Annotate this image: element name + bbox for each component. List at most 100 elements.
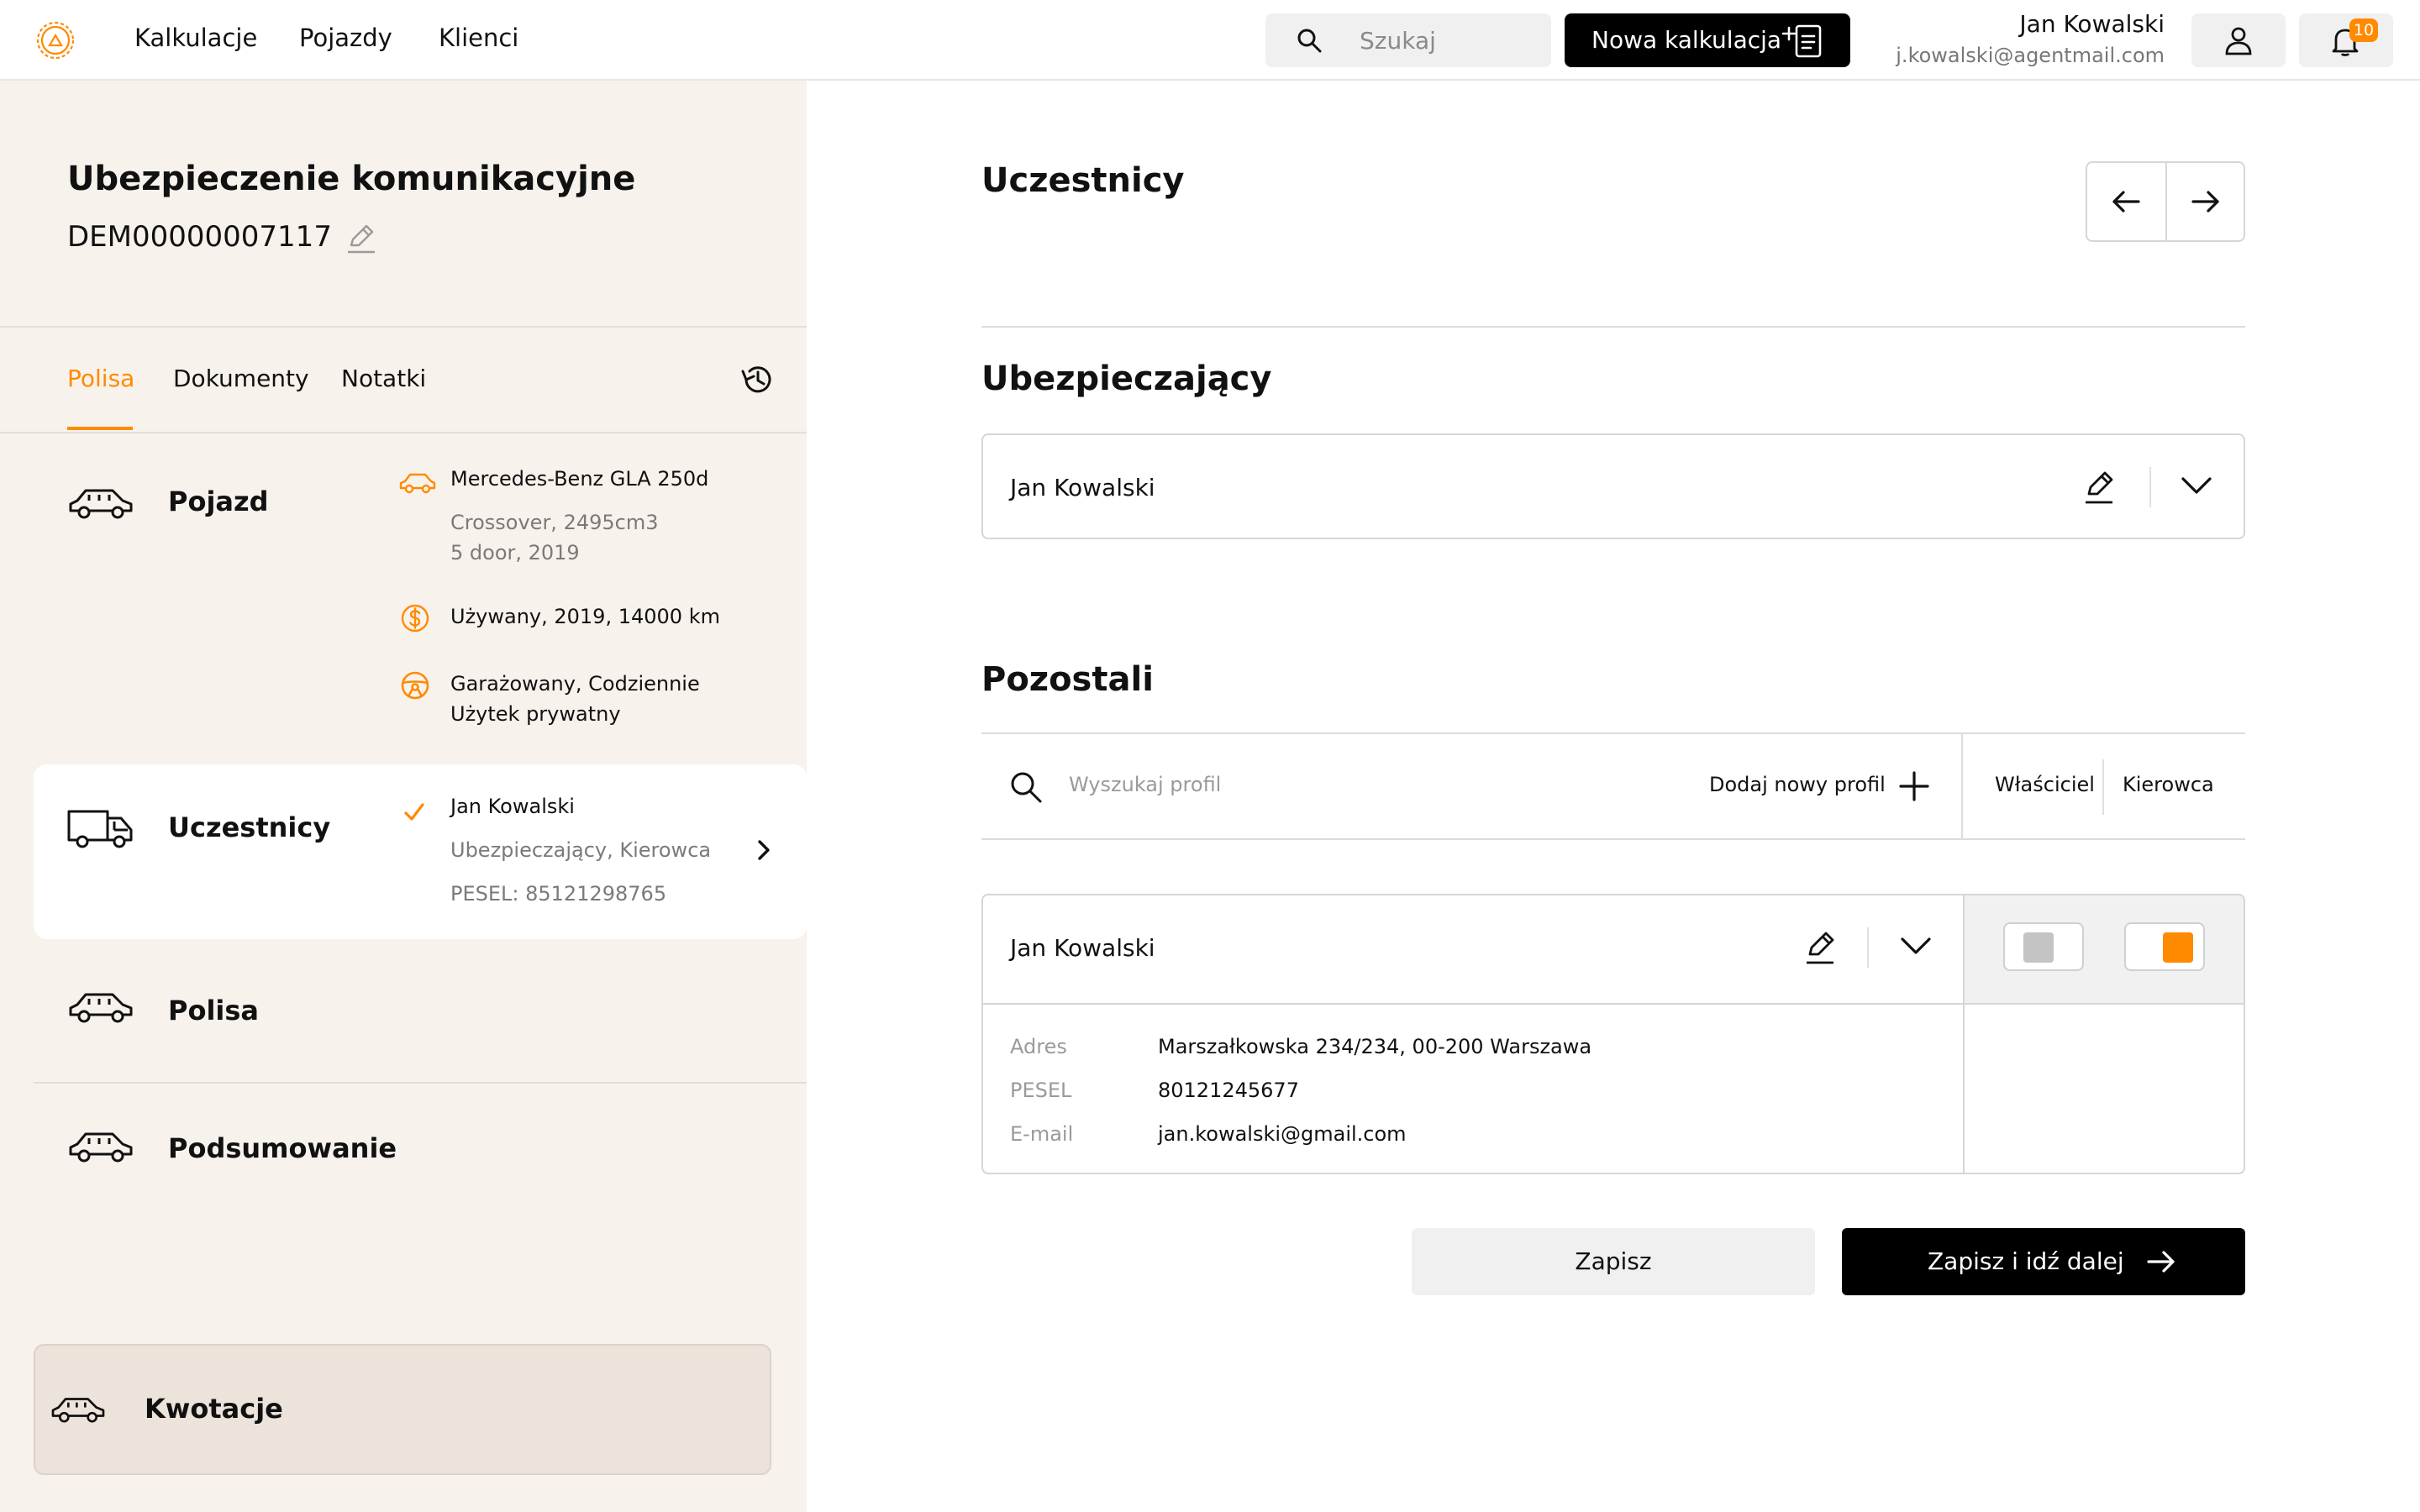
vehicle-purpose: Użytek prywatny: [450, 702, 621, 726]
owner-toggle-indicator: [2023, 932, 2054, 963]
vehicle-doors: 5 door, 2019: [450, 541, 580, 564]
notification-badge: 10: [2349, 18, 2378, 42]
add-document-icon: [1781, 24, 1825, 59]
quotes-card[interactable]: Kwotacje: [34, 1344, 771, 1475]
vehicle-parking: Garażowany, Codziennie: [450, 672, 700, 696]
save-button-label: Zapisz: [1575, 1247, 1652, 1275]
participant-roles: Ubezpieczający, Kierowca: [450, 838, 712, 862]
divider: [2102, 759, 2104, 815]
car-icon: [66, 1127, 136, 1166]
insured-name: Jan Kowalski: [1010, 474, 1155, 501]
user-name: Jan Kowalski: [2019, 10, 2165, 38]
participant-pesel: PESEL: 85121298765: [450, 882, 667, 906]
pesel-value: 80121245677: [1158, 1079, 1299, 1102]
profile-button[interactable]: [2191, 13, 2286, 67]
notifications-button[interactable]: 10: [2299, 13, 2393, 67]
vehicle-usage: Używany, 2019, 14000 km: [450, 605, 720, 628]
divider: [0, 432, 807, 433]
history-icon[interactable]: [739, 361, 776, 398]
insured-person-row[interactable]: Jan Kowalski: [981, 433, 2245, 539]
save-and-continue-label: Zapisz i idź dalej: [1928, 1247, 2124, 1275]
arrow-right-icon: [2146, 1248, 2176, 1275]
step-policy-title[interactable]: Polisa: [168, 995, 259, 1026]
participant-name: Jan Kowalski: [450, 795, 575, 818]
add-profile-label[interactable]: Dodaj nowy profil: [1709, 773, 1886, 796]
driver-filter[interactable]: Kierowca: [2123, 773, 2214, 796]
divider: [1961, 734, 1963, 838]
divider: [981, 326, 2245, 328]
nav-pojazdy[interactable]: Pojazdy: [299, 24, 392, 52]
others-heading: Pozostali: [981, 660, 1154, 699]
divider: [1867, 927, 1869, 968]
arrow-left-icon: [2111, 188, 2141, 215]
user-email: j.kowalski@agentmail.com: [1896, 44, 2165, 67]
arrow-right-icon: [2191, 188, 2221, 215]
van-icon: [66, 805, 136, 852]
divider: [0, 326, 807, 328]
car-icon: [66, 988, 136, 1026]
email-value: jan.kowalski@gmail.com: [1158, 1122, 1407, 1146]
insured-heading: Ubezpieczający: [981, 360, 1272, 398]
nav-kalkulacje[interactable]: Kalkulacje: [134, 24, 257, 52]
save-and-continue-button[interactable]: Zapisz i idź dalej: [1842, 1228, 2245, 1295]
divider: [983, 1003, 2244, 1005]
pesel-label: PESEL: [1010, 1079, 1072, 1102]
role-toggles: [1963, 895, 2244, 1003]
car-detail-icon: [398, 469, 437, 497]
new-calculation-button[interactable]: Nowa kalkulacja: [1565, 13, 1850, 67]
chevron-down-icon[interactable]: [2180, 474, 2213, 497]
steering-wheel-icon: [400, 670, 430, 701]
top-bar: Kalkulacje Pojazdy Klienci Szukaj Nowa k…: [0, 0, 2420, 81]
divider: [2149, 467, 2151, 507]
profile-search-input[interactable]: Wyszukaj profil: [1069, 773, 1221, 796]
search-placeholder: Szukaj: [1360, 27, 1436, 55]
step-participants-card[interactable]: Uczestnicy Jan Kowalski Ubezpieczający, …: [34, 764, 807, 939]
vehicle-body: Crossover, 2495cm3: [450, 511, 659, 534]
nav-klienci[interactable]: Klienci: [439, 24, 518, 52]
driver-toggle[interactable]: [2124, 922, 2205, 971]
prev-step-button[interactable]: [2087, 163, 2165, 240]
sidebar: Ubezpieczenie komunikacyjne DEM000000071…: [0, 81, 807, 1512]
chevron-right-icon[interactable]: [753, 837, 773, 864]
owner-toggle[interactable]: [2003, 922, 2084, 971]
edit-icon[interactable]: [2082, 469, 2116, 506]
search-icon: [1008, 769, 1044, 805]
owner-filter[interactable]: Właściciel: [1995, 773, 2095, 796]
email-label: E-mail: [1010, 1122, 1074, 1146]
step-participants-title: Uczestnicy: [168, 811, 331, 843]
vehicle-model: Mercedes-Benz GLA 250d: [450, 467, 709, 491]
quotes-title: Kwotacje: [145, 1393, 283, 1425]
profile-filter-bar: Wyszukaj profil Dodaj nowy profil Właści…: [981, 732, 2245, 840]
profile-name: Jan Kowalski: [1010, 934, 1155, 962]
sun-logo-icon[interactable]: [30, 15, 81, 66]
next-step-button[interactable]: [2167, 163, 2245, 240]
policy-id: DEM00000007117: [67, 220, 332, 254]
new-calculation-label: Nowa kalkulacja: [1591, 26, 1782, 54]
car-icon: [66, 484, 136, 522]
page-title: Uczestnicy: [981, 161, 1185, 200]
divider: [34, 1082, 807, 1084]
active-tab-indicator: [67, 427, 133, 430]
address-label: Adres: [1010, 1035, 1067, 1058]
step-summary-title[interactable]: Podsumowanie: [168, 1132, 397, 1164]
dollar-coin-icon: [400, 603, 430, 633]
tab-dokumenty[interactable]: Dokumenty: [173, 365, 309, 392]
step-navigation: [2086, 161, 2245, 242]
plus-icon[interactable]: [1897, 769, 1931, 803]
search-input[interactable]: Szukaj: [1265, 13, 1551, 67]
edit-icon[interactable]: [1803, 929, 1837, 966]
search-icon: [1296, 27, 1323, 54]
edit-policy-id-icon[interactable]: [345, 222, 378, 255]
tab-notatki[interactable]: Notatki: [341, 365, 426, 392]
car-icon: [49, 1393, 108, 1426]
step-vehicle-title[interactable]: Pojazd: [168, 486, 269, 517]
save-button[interactable]: Zapisz: [1412, 1228, 1815, 1295]
chevron-down-icon[interactable]: [1899, 934, 1933, 958]
tab-polisa[interactable]: Polisa: [67, 365, 134, 392]
policy-type-title: Ubezpieczenie komunikacyjne: [67, 160, 636, 198]
profile-card: Jan Kowalski Adres Marszałkowska 234/234…: [981, 894, 2245, 1174]
driver-toggle-indicator: [2163, 932, 2193, 963]
user-icon: [2223, 25, 2254, 55]
checkmark-icon: [402, 800, 427, 825]
divider: [1963, 895, 1965, 1173]
